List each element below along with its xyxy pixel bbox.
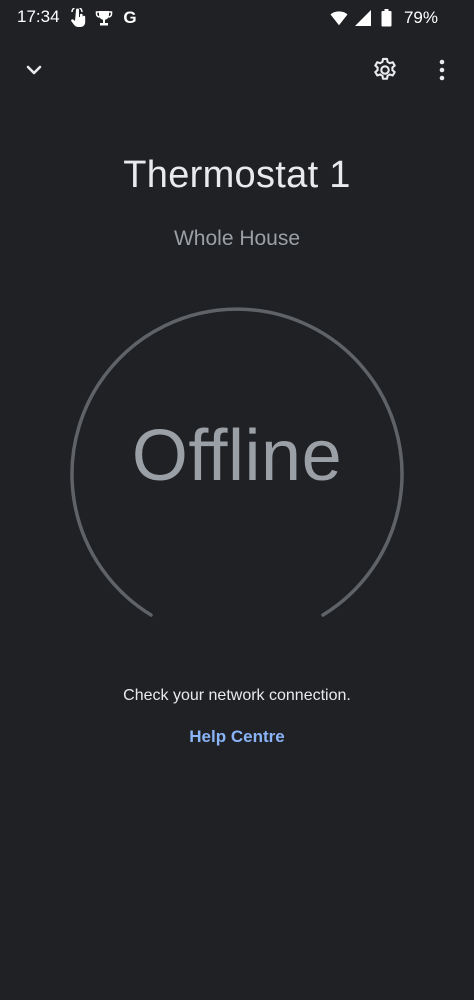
- battery-icon: [378, 9, 396, 27]
- chevron-down-icon: [26, 65, 42, 75]
- status-notification-icons: G: [68, 7, 140, 29]
- google-letter: G: [123, 8, 137, 27]
- google-icon: G: [120, 8, 140, 28]
- battery-percentage: 79%: [403, 8, 438, 27]
- more-vert-icon: [439, 59, 445, 81]
- thermostat-dial: Offline: [0, 280, 474, 640]
- collapse-button[interactable]: [14, 50, 54, 90]
- status-bar: 17:34 G 79%: [0, 0, 474, 36]
- more-options-button[interactable]: [422, 50, 462, 90]
- settings-button[interactable]: [365, 50, 405, 90]
- touch-gesture-icon: [68, 8, 88, 28]
- help-centre-link[interactable]: Help Centre: [0, 727, 474, 747]
- status-time: 17:34: [17, 7, 60, 26]
- cellular-signal-icon: [354, 9, 372, 27]
- offline-message: Check your network connection.: [123, 687, 351, 704]
- trophy-icon: [94, 8, 114, 28]
- gear-icon: [374, 57, 396, 80]
- device-room: Whole House: [173, 227, 301, 250]
- top-app-bar: [0, 48, 474, 92]
- device-status: Offline: [131, 416, 343, 496]
- device-name: Thermostat 1: [123, 154, 351, 196]
- status-system-icons: 79%: [330, 7, 438, 29]
- wifi-icon: [330, 9, 348, 27]
